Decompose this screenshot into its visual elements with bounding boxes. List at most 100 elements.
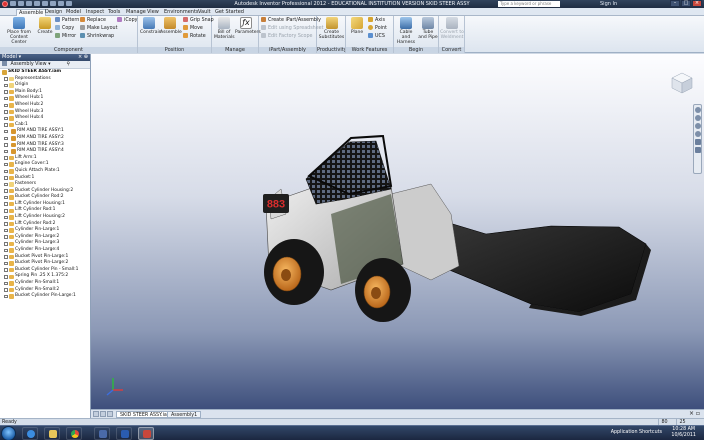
shrinkwrap-button[interactable]: Shrinkwrap	[80, 33, 114, 40]
zoom-icon[interactable]	[694, 123, 701, 129]
expand-toggle-icon[interactable]	[4, 103, 8, 108]
create-substitutes-button[interactable]: Create Substitutes	[318, 17, 345, 40]
place-content-center-button[interactable]: Place from Content Center	[2, 17, 36, 45]
tab-assemble[interactable]: Assemble	[16, 9, 47, 16]
expand-toggle-icon[interactable]	[4, 169, 8, 173]
tab-tools[interactable]: Tools	[106, 9, 122, 16]
browser-part-node[interactable]: Bucket Cylinder Pin-Large:1	[0, 293, 91, 300]
make-layout-button[interactable]: Make Layout	[80, 25, 117, 32]
wheel-rear[interactable]	[264, 239, 324, 305]
tab-environments[interactable]: Environments	[162, 9, 201, 16]
expand-toggle-icon[interactable]	[4, 202, 8, 206]
search-input[interactable]: Type a keyword or phrase	[498, 1, 560, 7]
wheel-front[interactable]	[355, 258, 411, 322]
skid-steer-model[interactable]: 883	[263, 134, 651, 322]
expand-toggle-icon[interactable]	[4, 96, 8, 101]
create-ipart-button[interactable]: Create iPart/Assembly	[261, 17, 321, 24]
expand-toggle-icon[interactable]	[4, 281, 8, 286]
expand-toggle-icon[interactable]	[4, 110, 8, 114]
expand-toggle-icon[interactable]	[4, 242, 8, 246]
taskbar-word[interactable]	[116, 427, 132, 440]
parameters-button[interactable]: ƒx Parameters	[235, 17, 261, 35]
browser-root-node[interactable]: SKID STEER ASSY.iam	[0, 69, 91, 76]
expand-toggle-icon[interactable]	[4, 156, 8, 160]
save-icon[interactable]	[26, 1, 32, 6]
expand-toggle-icon[interactable]	[4, 248, 8, 253]
browser-folder-node[interactable]: Fasteners	[0, 181, 91, 188]
taskbar-inventor[interactable]	[138, 427, 154, 440]
navbar-options-icon[interactable]	[694, 147, 701, 153]
browser-part-node[interactable]: RIM AND TIRE ASSY:2	[0, 135, 91, 142]
edit-spreadsheet-button[interactable]: Edit using Spreadsheet	[261, 25, 324, 32]
expand-toggle-icon[interactable]	[4, 90, 8, 94]
maximize-button[interactable]: □	[681, 0, 691, 7]
browser-part-node[interactable]: Lift Cylinder Housing:2	[0, 214, 91, 221]
taskbar-chrome[interactable]	[66, 427, 82, 440]
browser-part-node[interactable]: Bucket:1	[0, 175, 91, 182]
browser-part-node[interactable]: Spring Pin .25 X 1.375:2	[0, 273, 91, 280]
expand-toggle-icon[interactable]	[4, 136, 8, 141]
graphics-window[interactable]: 883	[91, 54, 704, 409]
tube-pipe-button[interactable]: Tube and Pipe	[418, 17, 438, 40]
assemble-button[interactable]: Assemble	[160, 17, 182, 35]
undo-icon[interactable]	[34, 1, 40, 6]
close-button[interactable]: ×	[692, 0, 702, 7]
sign-in-link[interactable]: Sign In	[600, 1, 617, 7]
tab-vault[interactable]: Vault	[196, 9, 213, 16]
expand-toggle-icon[interactable]	[4, 123, 8, 127]
expand-toggle-icon[interactable]	[4, 182, 8, 187]
cable-harness-button[interactable]: Cable and Harness	[395, 17, 417, 45]
expand-toggle-icon[interactable]	[4, 261, 8, 266]
inventor-logo-icon[interactable]	[2, 1, 8, 7]
browser-part-node[interactable]: Engine Cover:1	[0, 161, 91, 168]
home-icon[interactable]	[50, 1, 56, 6]
browser-folder-node[interactable]: Representations	[0, 76, 91, 83]
new-icon[interactable]	[10, 1, 16, 6]
browser-part-node[interactable]: Wheel Hub:1	[0, 95, 91, 102]
tab-scroll-right-icon[interactable]	[100, 411, 106, 417]
move-button[interactable]: Move	[183, 25, 203, 32]
look-at-icon[interactable]	[694, 139, 701, 145]
tab-list-icon[interactable]	[107, 411, 113, 417]
expand-toggle-icon[interactable]	[4, 116, 8, 121]
browser-part-node[interactable]: Main Body:1	[0, 89, 91, 96]
expand-toggle-icon[interactable]	[4, 235, 8, 239]
expand-toggle-icon[interactable]	[4, 176, 8, 180]
browser-folder-node[interactable]: Origin	[0, 82, 91, 89]
orbit-icon[interactable]	[694, 131, 701, 137]
taskbar-explorer[interactable]	[44, 427, 60, 440]
start-button[interactable]	[1, 426, 16, 440]
browser-part-node[interactable]: Cylinder Pin-Large:4	[0, 247, 91, 254]
expand-toggle-icon[interactable]	[4, 228, 8, 233]
minimize-button[interactable]: –	[670, 0, 680, 7]
edit-factory-scope-button[interactable]: Edit Factory Scope	[261, 33, 312, 40]
expand-toggle-icon[interactable]	[4, 195, 8, 200]
bill-of-materials-button[interactable]: Bill of Materials	[214, 17, 235, 40]
taskbar-ie[interactable]	[22, 427, 38, 440]
expand-toggle-icon[interactable]	[4, 189, 8, 193]
tab-inspect[interactable]: Inspect	[84, 9, 106, 16]
tab-design[interactable]: Design	[43, 9, 64, 16]
browser-part-node[interactable]: Wheel Hub:2	[0, 102, 91, 109]
expand-toggle-icon[interactable]	[4, 294, 8, 299]
browser-part-node[interactable]: RIM AND TIRE ASSY:4	[0, 148, 91, 155]
tab-model[interactable]: Model	[64, 9, 83, 16]
expand-toggle-icon[interactable]	[4, 275, 8, 279]
copy-button[interactable]: Copy	[55, 25, 74, 32]
browser-part-node[interactable]: Cylinder Pin-Large:1	[0, 227, 91, 234]
expand-toggle-icon[interactable]	[4, 255, 8, 259]
browser-part-node[interactable]: RIM AND TIRE ASSY:1	[0, 128, 91, 135]
constrain-button[interactable]: Constrain	[140, 17, 162, 35]
pan-icon[interactable]	[694, 115, 701, 121]
tab-get-started[interactable]: Get Started	[213, 9, 246, 16]
browser-part-node[interactable]: Wheel Hub:4	[0, 115, 91, 122]
steering-wheel-icon[interactable]	[694, 107, 701, 113]
ucs-button[interactable]: UCS	[368, 33, 385, 40]
rotate-button[interactable]: Rotate	[183, 33, 206, 40]
grip-snap-button[interactable]: Grip Snap	[183, 17, 214, 24]
expand-toggle-icon[interactable]	[4, 83, 8, 88]
clock[interactable]: 10:28 AM 10/6/2011	[671, 427, 696, 439]
create-component-button[interactable]: Create	[37, 17, 53, 35]
browser-close-icon[interactable]: × ⊕	[78, 54, 88, 61]
point-button[interactable]: Point	[368, 25, 387, 32]
